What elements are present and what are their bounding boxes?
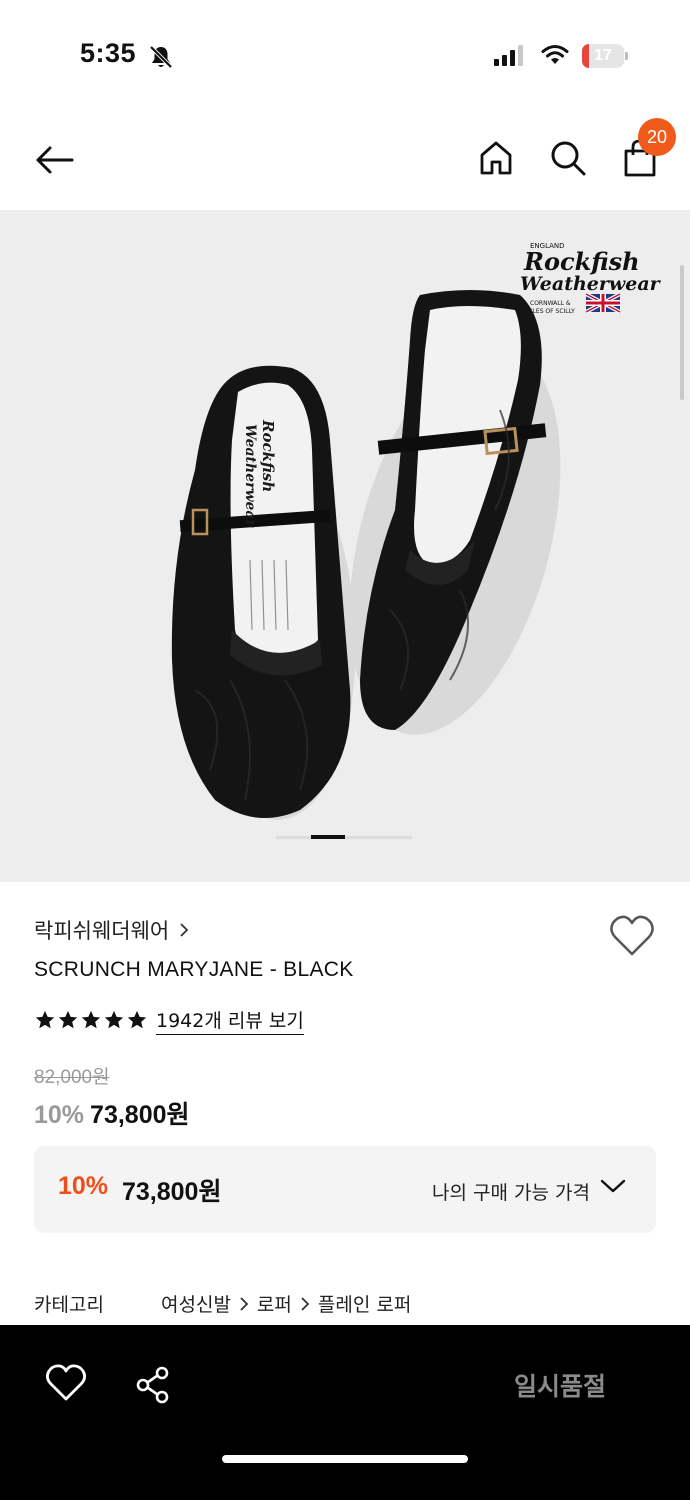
product-name: SCRUNCH MARYJANE - BLACK (34, 958, 354, 981)
heart-outline-icon (610, 915, 654, 956)
my-price-value: 73,800원 (122, 1178, 222, 1206)
product-image-carousel[interactable]: Rockfish Weatherwear ENGLAND Rockfish We… (0, 210, 690, 882)
category-crumb-1[interactable]: 여성신발 (161, 1290, 231, 1317)
rating-stars (34, 1009, 148, 1031)
battery-indicator: 17 (582, 44, 628, 68)
bottom-action-bar: 일시품절 (0, 1325, 690, 1500)
category-crumb-3[interactable]: 플레인 로퍼 (318, 1290, 411, 1317)
battery-level: 17 (594, 47, 612, 64)
logo-line-3: Weatherwear (520, 273, 662, 295)
chevron-right-icon (240, 1296, 249, 1311)
home-icon (480, 141, 512, 175)
category-row: 카테고리 여성신발 로퍼 플레인 로퍼 (34, 1290, 411, 1317)
price-row: 10% 73,800원 (34, 1095, 190, 1131)
wishlist-button[interactable] (608, 914, 656, 958)
soldout-button[interactable]: 일시품절 (514, 1367, 606, 1403)
share-icon (136, 1366, 169, 1404)
carousel-indicator-active (311, 835, 345, 839)
my-price-dropdown[interactable]: 10% 73,800원 나의 구매 가능 가격 (34, 1146, 656, 1233)
search-icon (551, 141, 586, 176)
brand-name: 락피쉬웨더웨어 (34, 919, 170, 943)
status-bar: 5:35 17 (0, 0, 690, 110)
product-photo: Rockfish Weatherwear ENGLAND Rockfish We… (171, 242, 662, 820)
star-icon (35, 1010, 55, 1029)
arrow-left-icon (36, 146, 74, 174)
star-icon (58, 1010, 78, 1029)
my-price-discount: 10% (58, 1172, 109, 1200)
page-scrollbar[interactable] (680, 265, 684, 400)
my-price-label: 나의 구매 가능 가격 (432, 1182, 590, 1204)
star-icon (127, 1010, 147, 1029)
review-link[interactable]: 1942개 리뷰 보기 (156, 1006, 304, 1035)
heart-outline-icon (46, 1364, 86, 1401)
union-jack-icon (585, 292, 621, 314)
bottom-wishlist-button[interactable] (44, 1363, 88, 1407)
svg-text:Weatherwear: Weatherwear (242, 424, 258, 529)
home-indicator[interactable] (222, 1455, 468, 1463)
bell-slash-icon (149, 45, 173, 69)
cart-count-badge: 20 (638, 118, 676, 156)
status-time: 5:35 (80, 38, 137, 68)
rating-row: 1942개 리뷰 보기 (34, 1005, 304, 1035)
category-label: 카테고리 (34, 1294, 104, 1316)
chevron-right-icon (180, 923, 189, 937)
logo-line-4: CORNWALL & (530, 300, 571, 307)
top-nav-bar (0, 110, 690, 210)
share-button[interactable] (132, 1363, 176, 1407)
search-button[interactable] (546, 136, 590, 180)
original-price: 82,000원 (34, 1067, 110, 1088)
home-button[interactable] (474, 136, 518, 180)
star-icon (81, 1010, 101, 1029)
category-crumb-2[interactable]: 로퍼 (257, 1290, 292, 1317)
cellular-signal-icon (494, 45, 523, 66)
chevron-down-icon (600, 1179, 626, 1193)
svg-text:Rockfish: Rockfish (259, 419, 277, 492)
back-button[interactable] (32, 140, 76, 180)
logo-line-5: ISLES OF SCILLY (527, 308, 575, 315)
star-icon (104, 1010, 124, 1029)
brand-logo: ENGLAND Rockfish Weatherwear CORNWALL & … (520, 242, 662, 315)
brand-link[interactable]: 락피쉬웨더웨어 (34, 915, 189, 945)
discount-rate: 10% (34, 1101, 85, 1129)
sale-price: 73,800원 (90, 1101, 190, 1129)
chevron-right-icon (301, 1296, 310, 1311)
logo-line-2: Rockfish (523, 247, 640, 276)
wifi-icon (541, 45, 569, 64)
